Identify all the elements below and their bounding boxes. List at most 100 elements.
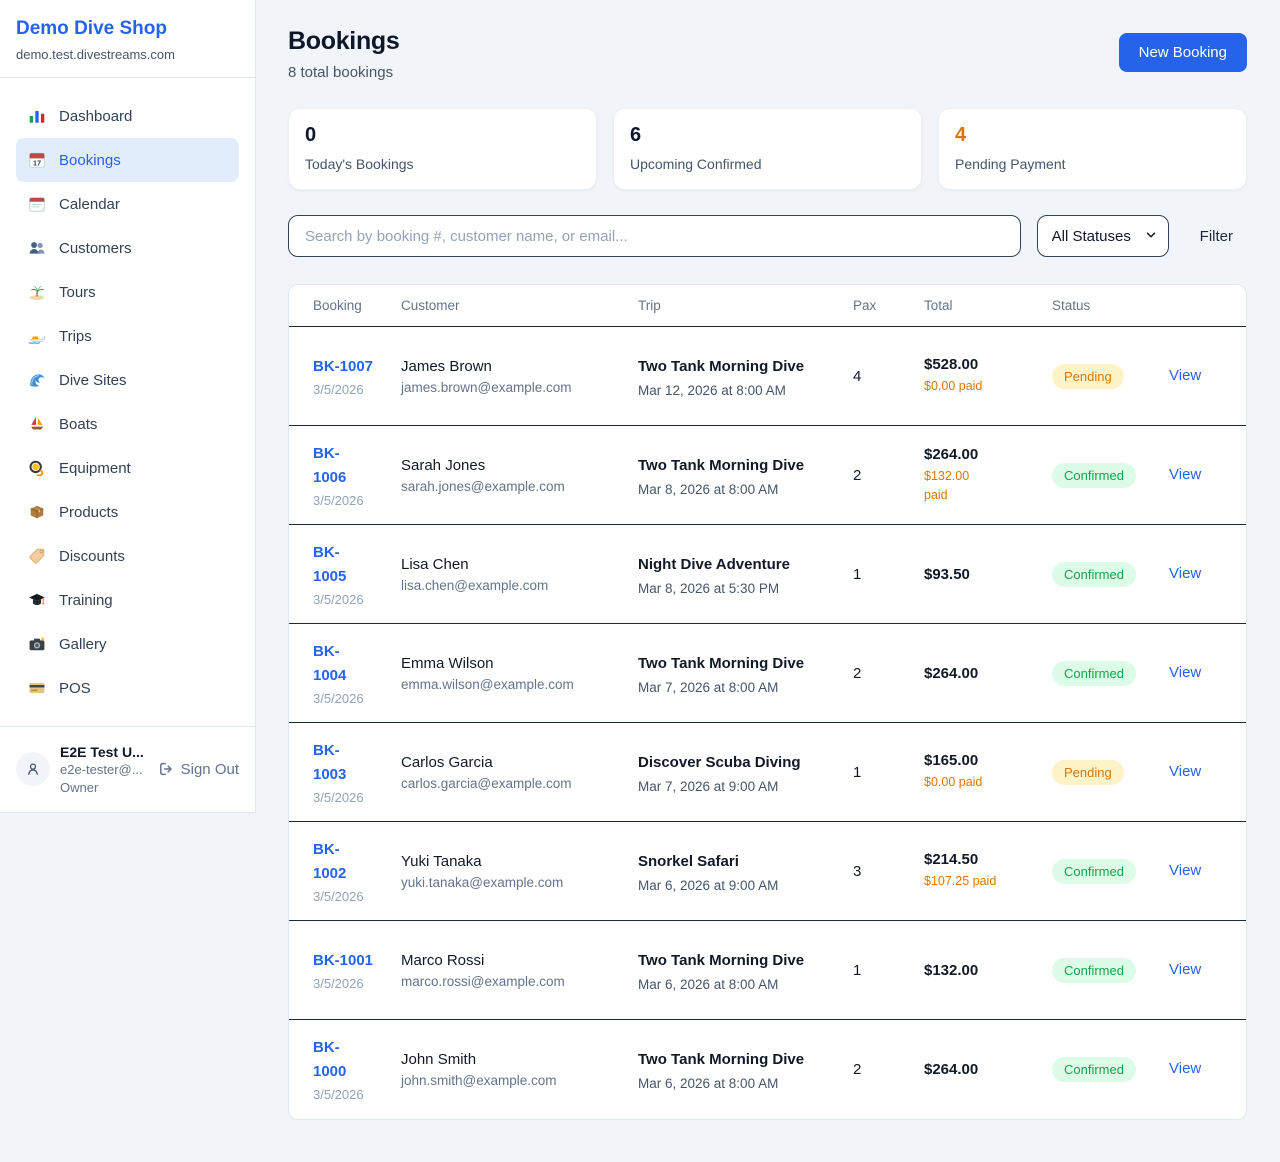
booking-id-link[interactable]: BK-1007 (313, 355, 373, 379)
table-row: BK-1007 3/5/2026 James Brown james.brown… (289, 327, 1246, 426)
sidebar-item-label: Gallery (59, 636, 107, 653)
total-amount: $264.00 (924, 1061, 1040, 1078)
sidebar-item-products[interactable]: Products (16, 490, 239, 534)
sidebar-item-bookings[interactable]: 17 Bookings (16, 138, 239, 182)
booking-created-date: 3/5/2026 (313, 493, 389, 508)
trip-name: Two Tank Morning Dive (638, 1048, 841, 1072)
booking-id-link[interactable]: BK- 1005 (313, 541, 346, 589)
booking-id-link[interactable]: BK- 1003 (313, 739, 346, 787)
sidebar-item-dashboard[interactable]: Dashboard (16, 94, 239, 138)
view-link[interactable]: View (1169, 367, 1201, 384)
page-header: Bookings 8 total bookings New Booking (288, 27, 1247, 81)
customer-name: Sarah Jones (401, 457, 626, 474)
sidebar-item-pos[interactable]: POS (16, 666, 239, 710)
sidebar-item-calendar[interactable]: Calendar (16, 182, 239, 226)
trip-name: Two Tank Morning Dive (638, 652, 841, 676)
status-filter-select[interactable]: All Statuses (1037, 215, 1169, 257)
status-badge: Confirmed (1052, 661, 1136, 686)
pax-count: 2 (853, 624, 924, 723)
island-icon (28, 283, 46, 301)
customer-email: carlos.garcia@example.com (401, 776, 626, 791)
booking-id-link[interactable]: BK- 1002 (313, 838, 346, 886)
view-link[interactable]: View (1169, 961, 1201, 978)
total-amount: $264.00 (924, 665, 1040, 682)
stat-card: 0 Today's Bookings (288, 108, 597, 190)
sidebar-nav: Dashboard 17 Bookings Calendar Customers… (0, 78, 255, 718)
sidebar-item-label: Tours (59, 284, 96, 301)
status-badge: Pending (1052, 364, 1124, 389)
sidebar-item-tours[interactable]: Tours (16, 270, 239, 314)
sidebar-item-label: Calendar (59, 196, 120, 213)
status-badge: Confirmed (1052, 463, 1136, 488)
toolbar: All Statuses Filter (288, 215, 1247, 257)
logout-icon (158, 761, 174, 777)
customer-email: sarah.jones@example.com (401, 479, 626, 494)
total-amount: $528.00 (924, 356, 1040, 373)
table-row: BK- 1005 3/5/2026 Lisa Chen lisa.chen@ex… (289, 525, 1246, 624)
pax-count: 3 (853, 822, 924, 921)
trip-datetime: Mar 7, 2026 at 9:00 AM (638, 779, 841, 794)
trip-datetime: Mar 7, 2026 at 8:00 AM (638, 680, 841, 695)
dashboard-icon (28, 107, 46, 125)
sidebar-item-label: Discounts (59, 548, 125, 565)
camera-icon (28, 635, 46, 653)
pax-count: 1 (853, 525, 924, 624)
sidebar-item-training[interactable]: Training (16, 578, 239, 622)
sidebar-item-gallery[interactable]: Gallery (16, 622, 239, 666)
booking-id-link[interactable]: BK- 1004 (313, 640, 346, 688)
view-link[interactable]: View (1169, 466, 1201, 483)
booking-id-link[interactable]: BK- 1000 (313, 1036, 346, 1084)
dive-mask-icon (28, 459, 46, 477)
bookings-table-card: BookingCustomerTripPaxTotalStatus BK-100… (288, 284, 1247, 1120)
customer-name: John Smith (401, 1051, 626, 1068)
package-icon (28, 503, 46, 521)
user-meta: E2E Test U... e2e-tester@... Owner (60, 743, 144, 796)
booking-id-link[interactable]: BK-1001 (313, 949, 373, 973)
paid-amount: $132.00 paid (924, 467, 1040, 503)
sidebar: Demo Dive Shop demo.test.divestreams.com… (0, 0, 256, 813)
filter-button[interactable]: Filter (1169, 228, 1247, 245)
sidebar-item-trips[interactable]: Trips (16, 314, 239, 358)
paid-amount: $0.00 paid (924, 377, 1040, 395)
total-amount: $93.50 (924, 566, 1040, 583)
sidebar-item-customers[interactable]: Customers (16, 226, 239, 270)
customer-name: Yuki Tanaka (401, 853, 626, 870)
user-role: Owner (60, 779, 144, 796)
sidebar-item-equipment[interactable]: Equipment (16, 446, 239, 490)
view-link[interactable]: View (1169, 664, 1201, 681)
wave-icon (28, 371, 46, 389)
booking-created-date: 3/5/2026 (313, 790, 389, 805)
trip-datetime: Mar 12, 2026 at 8:00 AM (638, 383, 841, 398)
user-name: E2E Test U... (60, 743, 144, 761)
sidebar-item-label: Training (59, 592, 113, 609)
paid-amount: $107.25 paid (924, 872, 1040, 890)
view-link[interactable]: View (1169, 1060, 1201, 1077)
sailboat-icon (28, 415, 46, 433)
main-content: Bookings 8 total bookings New Booking 0 … (256, 0, 1280, 1150)
speedboat-icon (28, 327, 46, 345)
booking-id-link[interactable]: BK- 1006 (313, 442, 346, 490)
sidebar-item-dive-sites[interactable]: Dive Sites (16, 358, 239, 402)
new-booking-button[interactable]: New Booking (1119, 33, 1247, 72)
sign-out-button[interactable]: Sign Out (158, 761, 239, 778)
total-amount: $132.00 (924, 962, 1040, 979)
sidebar-item-boats[interactable]: Boats (16, 402, 239, 446)
column-header-customer: Customer (401, 285, 638, 327)
status-badge: Pending (1052, 760, 1124, 785)
view-link[interactable]: View (1169, 862, 1201, 879)
brand-domain: demo.test.divestreams.com (16, 47, 239, 62)
sidebar-item-label: Equipment (59, 460, 131, 477)
sidebar-item-label: POS (59, 680, 91, 697)
search-input[interactable] (288, 215, 1021, 257)
view-link[interactable]: View (1169, 565, 1201, 582)
customer-name: James Brown (401, 358, 626, 375)
sidebar-item-discounts[interactable]: Discounts (16, 534, 239, 578)
trip-name: Discover Scuba Diving (638, 751, 841, 775)
trip-datetime: Mar 6, 2026 at 9:00 AM (638, 878, 841, 893)
sidebar-item-label: Boats (59, 416, 97, 433)
pax-count: 4 (853, 327, 924, 426)
column-header-booking: Booking (289, 285, 401, 327)
view-link[interactable]: View (1169, 763, 1201, 780)
table-row: BK-1001 3/5/2026 Marco Rossi marco.rossi… (289, 921, 1246, 1020)
pax-count: 2 (853, 426, 924, 525)
